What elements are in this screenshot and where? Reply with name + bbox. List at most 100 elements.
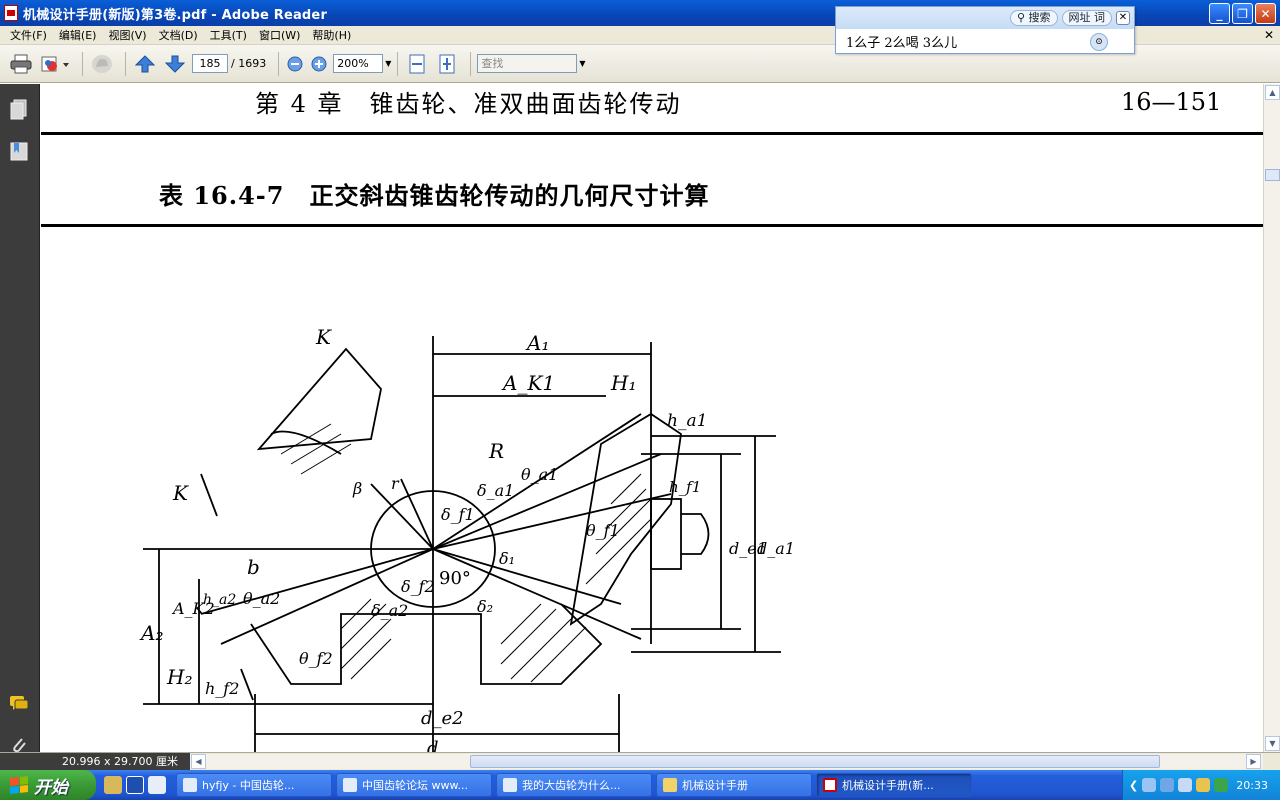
label-r-cap: R: [488, 439, 504, 463]
find-input[interactable]: 查找: [477, 54, 578, 73]
fit-page-icon: [439, 54, 455, 73]
bevel-gear-drawing: K K A₁ A_K1 H₁ h_a1 h_f1 R θ_a1 θ_f1 β r…: [139, 325, 795, 752]
window-controls: _ ❐ ✕: [1209, 3, 1276, 24]
zoom-out-button[interactable]: [285, 51, 305, 77]
menu-tools[interactable]: 工具(T): [204, 27, 253, 43]
bookmark-icon: [10, 142, 28, 161]
scroll-right-icon[interactable]: ▶: [1246, 754, 1261, 769]
collaborate-button[interactable]: [38, 51, 72, 77]
quicklaunch-anchor-icon[interactable]: [126, 776, 144, 794]
task-label: 机械设计手册(新...: [842, 779, 934, 792]
menu-edit[interactable]: 编辑(E): [53, 27, 103, 43]
popup-go-icon[interactable]: ⊙: [1090, 33, 1108, 51]
network-icon[interactable]: [1160, 778, 1175, 792]
label-b: b: [247, 555, 260, 579]
scroll-down-icon[interactable]: ▼: [1265, 736, 1280, 751]
menu-window[interactable]: 窗口(W): [253, 27, 306, 43]
search-button[interactable]: ⚲ 搜索: [1009, 10, 1058, 26]
document-close-icon[interactable]: ✕: [1264, 28, 1274, 42]
comments-icon: [10, 696, 29, 710]
minimize-button[interactable]: _: [1209, 3, 1230, 24]
label-a2: A₂: [139, 621, 163, 645]
scroll-left-icon[interactable]: ◀: [191, 754, 206, 769]
menu-help[interactable]: 帮助(H): [306, 27, 357, 43]
maximize-button[interactable]: ❐: [1232, 3, 1253, 24]
chevron-down-icon[interactable]: ▼: [385, 59, 391, 68]
scroll-up-icon[interactable]: ▲: [1265, 85, 1280, 100]
label-k-top: K: [315, 325, 332, 349]
label-theta-f1: θ_f1: [586, 521, 620, 540]
print-button[interactable]: [8, 51, 34, 77]
ime-suggestions[interactable]: 1么子 2么喝 3么儿: [846, 32, 957, 51]
url-label: 网址: [1068, 11, 1091, 24]
scroll-thumb[interactable]: [1265, 169, 1280, 181]
zoom-in-button[interactable]: [309, 51, 329, 77]
document-view[interactable]: 第 4 章 锥齿轮、准双曲面齿轮传动 16—151 表 16.4-7 正交斜齿锥…: [41, 84, 1263, 752]
label-a1: A₁: [525, 331, 549, 355]
comments-panel-button[interactable]: [8, 692, 30, 714]
page-number-input[interactable]: 185: [192, 54, 228, 73]
label-k-left: K: [172, 481, 189, 505]
tray-app-icon[interactable]: [1196, 778, 1211, 792]
toolbar-separator: [278, 51, 280, 76]
label-delta-a2: δ_a2: [371, 601, 408, 620]
close-button[interactable]: ✕: [1255, 3, 1276, 24]
start-button[interactable]: 开始: [0, 770, 96, 800]
menu-view[interactable]: 视图(V): [102, 27, 152, 43]
tray-expand-icon[interactable]: ❮: [1129, 779, 1138, 792]
status-bar: 20.996 x 29.700 厘米 ◀ ▶: [0, 752, 1280, 770]
adobe-reader-icon: [4, 5, 18, 21]
label-theta-f2: θ_f2: [299, 649, 333, 668]
label-da2: d: [427, 738, 439, 752]
quick-launch: [104, 776, 166, 794]
taskbar-item-active[interactable]: 机械设计手册(新...: [816, 773, 972, 797]
previous-page-button[interactable]: [132, 51, 158, 77]
taskbar-item[interactable]: 机械设计手册: [656, 773, 812, 797]
windows-logo-icon: [10, 776, 28, 794]
volume-icon[interactable]: [1142, 778, 1157, 792]
close-popup-icon[interactable]: ✕: [1116, 11, 1130, 25]
find-dropdown-chevron-icon[interactable]: ▼: [579, 59, 585, 68]
toolbar-separator: [82, 51, 83, 76]
bookmarks-panel-button[interactable]: [8, 140, 30, 162]
horizontal-scroll-thumb[interactable]: [470, 755, 1160, 768]
label-theta-a2: θ_a2: [243, 589, 280, 608]
label-delta-1: δ₁: [499, 549, 515, 568]
page-size-label: 20.996 x 29.700 厘米: [0, 753, 190, 770]
quicklaunch-browser-icon[interactable]: [148, 776, 166, 794]
page-total-label: / 1693: [231, 57, 267, 70]
fit-page-button[interactable]: [434, 51, 460, 77]
label-delta-f2: δ_f2: [401, 577, 435, 596]
taskbar-item[interactable]: hyfjy - 中国齿轮...: [176, 773, 332, 797]
menu-file[interactable]: 文件(F): [4, 27, 53, 43]
label-theta-a1: θ_a1: [521, 465, 558, 484]
zoom-level-select[interactable]: 200%: [333, 54, 384, 73]
pages-icon: [10, 99, 27, 120]
label-90-degrees: 90°: [439, 568, 471, 589]
pages-panel-button[interactable]: [8, 98, 30, 120]
taskbar-item[interactable]: 我的大齿轮为什么...: [496, 773, 652, 797]
label-de2: d_e2: [421, 708, 464, 729]
label-h2: H₂: [166, 665, 192, 689]
arrow-down-icon: [165, 55, 185, 73]
security-shield-icon[interactable]: [1214, 778, 1229, 792]
task-label: hyfjy - 中国齿轮...: [202, 779, 295, 792]
gear-tooth-block: [256, 347, 382, 451]
printer-icon: [10, 54, 32, 73]
horizontal-scrollbar[interactable]: ◀ ▶: [190, 754, 1263, 769]
zoom-out-icon: [287, 56, 303, 71]
vertical-scrollbar[interactable]: ▲ ▼: [1263, 84, 1280, 752]
fit-width-button[interactable]: [404, 51, 430, 77]
hand-tool-button[interactable]: [89, 51, 115, 77]
collaborate-icon: [41, 56, 69, 71]
hand-icon: [92, 54, 112, 73]
quicklaunch-app-icon[interactable]: [104, 776, 122, 794]
network-icon-2[interactable]: [1178, 778, 1193, 792]
label-ak1: A_K1: [501, 371, 555, 395]
taskbar-item[interactable]: 中国齿轮论坛 www...: [336, 773, 492, 797]
next-page-button[interactable]: [162, 51, 188, 77]
menu-document[interactable]: 文档(D): [153, 27, 204, 43]
clock: 20:33: [1236, 778, 1268, 792]
taskbar: 开始 hyfjy - 中国齿轮... 中国齿轮论坛 www... 我的大齿轮为什…: [0, 770, 1280, 800]
url-button[interactable]: 网址 词: [1061, 10, 1112, 26]
